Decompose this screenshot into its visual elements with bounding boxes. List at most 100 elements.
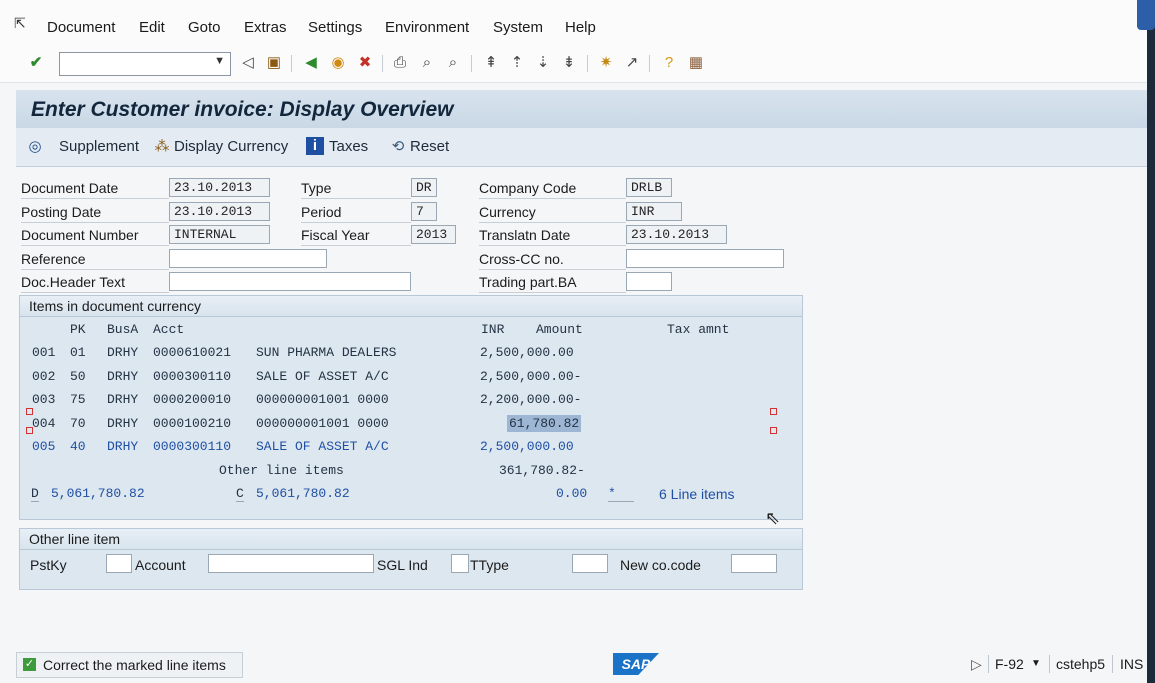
toolbar-separator	[291, 55, 292, 72]
reset-button[interactable]: Reset	[410, 138, 449, 155]
supplement-button[interactable]: Supplement	[59, 138, 139, 155]
transaction-dropdown-icon[interactable]: ▼	[1031, 658, 1041, 669]
first-page-icon[interactable]: ⇞	[481, 53, 501, 73]
insert-mode[interactable]: INS	[1120, 656, 1143, 672]
reference-label: Reference	[21, 250, 169, 270]
row-acct: 0000300110	[153, 439, 232, 454]
taxes-button[interactable]: Taxes	[329, 138, 368, 155]
menu-help[interactable]: Help	[565, 19, 596, 36]
row-acct: 0000100210	[153, 416, 232, 431]
ttype-field[interactable]	[572, 554, 608, 573]
trading-part-label: Trading part.BA	[479, 273, 626, 293]
mouse-cursor-icon: ⇖	[765, 508, 781, 528]
row-text: 000000001001 0000	[256, 416, 389, 431]
other-line-item-title: Other line item	[20, 529, 802, 550]
shortcut-icon[interactable]: ↗	[622, 53, 642, 73]
cancel-icon[interactable]: ✖	[355, 53, 375, 73]
credit-total: 5,061,780.82	[256, 486, 350, 501]
document-date-field[interactable]: 23.10.2013	[169, 178, 270, 197]
reference-field[interactable]	[169, 249, 327, 268]
previous-page-icon[interactable]: ⇡	[507, 53, 527, 73]
row-text: 000000001001 0000	[256, 392, 389, 407]
col-inr: INR	[481, 322, 505, 337]
save-icon[interactable]: ▣	[264, 53, 284, 73]
standard-toolbar: ✔ ▼ ◁ ▣ ◀ ◉ ✖ ⎙ ⌕ ⌕ ⇞ ⇡ ⇣ ⇟ ✷ ↗ ? ▦	[0, 44, 1147, 83]
status-message: Correct the marked line items	[43, 657, 226, 673]
display-currency-button[interactable]: Display Currency	[174, 138, 288, 155]
status-separator	[1049, 655, 1050, 673]
exit-menu-icon[interactable]: ⇱	[14, 15, 30, 31]
document-number-field[interactable]: INTERNAL	[169, 225, 270, 244]
cross-cc-field[interactable]	[626, 249, 784, 268]
next-page-icon[interactable]: ⇣	[533, 53, 553, 73]
account-label: Account	[135, 557, 186, 573]
pstky-field[interactable]	[106, 554, 132, 573]
company-code-field[interactable]: DRLB	[626, 178, 672, 197]
menu-extras[interactable]: Extras	[244, 19, 287, 36]
currency-label: Currency	[479, 203, 626, 223]
cross-cc-label: Cross-CC no.	[479, 250, 626, 270]
window-edge	[1137, 0, 1155, 683]
menu-system[interactable]: System	[493, 19, 543, 36]
row-pk: 75	[70, 392, 86, 407]
line-items-count: 6 Line items	[659, 486, 735, 502]
back-arrow-icon[interactable]: ◁	[238, 53, 258, 73]
status-separator	[988, 655, 989, 673]
create-session-icon[interactable]: ✷	[596, 53, 616, 73]
doc-header-text-field[interactable]	[169, 272, 411, 291]
help-icon[interactable]: ?	[659, 53, 679, 73]
posting-date-field[interactable]: 23.10.2013	[169, 202, 270, 221]
translatn-date-field[interactable]: 23.10.2013	[626, 225, 727, 244]
row-amount-highlighted[interactable]: 61,780.82	[507, 415, 582, 432]
main-content: Document Date 23.10.2013 Posting Date 23…	[16, 167, 1147, 647]
col-pk: PK	[70, 322, 86, 337]
row-text: SUN PHARMA DEALERS	[256, 345, 397, 360]
row-no: 005	[32, 439, 56, 454]
menu-goto[interactable]: Goto	[188, 19, 221, 36]
doc-header-text-label: Doc.Header Text	[21, 273, 169, 293]
back-icon[interactable]: ◀	[301, 53, 321, 73]
menu-document[interactable]: Document	[47, 19, 115, 36]
toolbar-separator	[649, 55, 650, 72]
window-control[interactable]	[1137, 0, 1155, 30]
document-date-label: Document Date	[21, 179, 169, 199]
error-marker-icon	[770, 427, 777, 434]
menu-environment[interactable]: Environment	[385, 19, 469, 36]
taxes-info-icon[interactable]: i	[306, 137, 324, 155]
type-field[interactable]: DR	[411, 178, 437, 197]
dropdown-arrow-icon[interactable]: ▼	[214, 55, 225, 67]
row-busa: DRHY	[107, 392, 139, 407]
currency-field[interactable]: INR	[626, 202, 682, 221]
display-currency-icon[interactable]: ⁂	[152, 137, 172, 157]
exit-icon[interactable]: ◉	[328, 53, 348, 73]
command-field[interactable]: ▼	[59, 52, 231, 76]
sgl-ind-label: SGL Ind	[377, 557, 428, 573]
status-message-box[interactable]: ✓ Correct the marked line items	[16, 652, 243, 678]
enter-check-icon[interactable]: ✔	[26, 53, 46, 73]
reset-icon[interactable]: ⟲	[388, 137, 408, 157]
row-pk: 01	[70, 345, 86, 360]
new-co-code-field[interactable]	[731, 554, 777, 573]
sgl-ind-field[interactable]	[451, 554, 469, 573]
menu-edit[interactable]: Edit	[139, 19, 165, 36]
print-icon[interactable]: ⎙	[390, 53, 410, 73]
other-line-items-amount: 361,780.82-	[499, 463, 585, 478]
supplement-icon[interactable]: ◎	[25, 137, 45, 157]
credit-prefix: C	[236, 486, 244, 502]
ttype-label: TType	[470, 557, 509, 573]
account-field[interactable]	[208, 554, 374, 573]
transaction-code[interactable]: F-92	[995, 656, 1024, 672]
last-page-icon[interactable]: ⇟	[559, 53, 579, 73]
row-busa: DRHY	[107, 369, 139, 384]
trading-part-field[interactable]	[626, 272, 672, 291]
period-label: Period	[301, 203, 411, 223]
fiscal-year-field[interactable]: 2013	[411, 225, 456, 244]
status-expand-icon[interactable]: ▷	[971, 656, 982, 673]
layout-menu-icon[interactable]: ▦	[686, 53, 706, 73]
success-check-icon: ✓	[23, 658, 36, 671]
period-field[interactable]: 7	[411, 202, 437, 221]
find-icon[interactable]: ⌕	[417, 53, 437, 73]
menu-settings[interactable]: Settings	[308, 19, 362, 36]
find-next-icon[interactable]: ⌕	[443, 53, 463, 73]
document-number-label: Document Number	[21, 226, 169, 246]
